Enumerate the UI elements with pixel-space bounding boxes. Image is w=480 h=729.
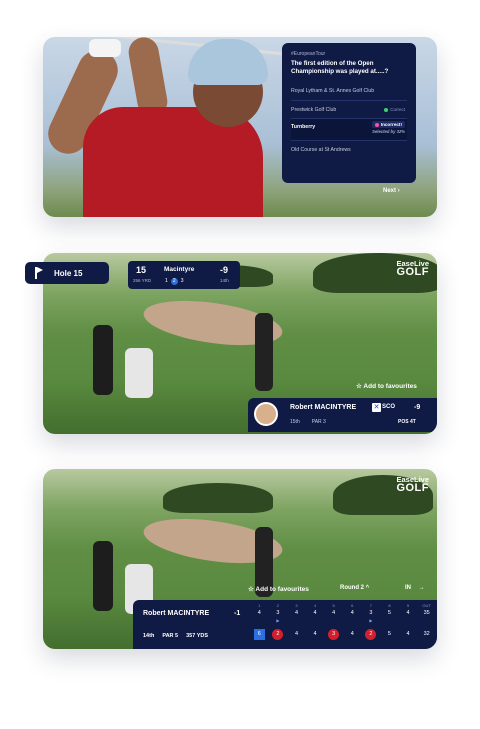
avatar: [254, 402, 278, 426]
chevron-up-icon: ^: [365, 585, 370, 591]
play-icon: [399, 618, 418, 624]
selected-by-text: Selected by 32%: [372, 129, 405, 134]
round-selector[interactable]: Round 2 ^: [340, 585, 369, 591]
current-shot: 2: [170, 278, 178, 285]
score-widget[interactable]: 15 256 YRD Macintyre 1 2 3 -9 14th: [128, 261, 240, 289]
quiz-options: Royal Lytham & St. Annes Golf Club Prest…: [291, 82, 407, 158]
caddie: [93, 325, 113, 395]
star-icon: ☆: [248, 586, 254, 593]
correct-dot-icon: [384, 107, 389, 112]
in-toggle[interactable]: IN →: [405, 585, 425, 591]
chevron-right-icon: ›: [397, 188, 400, 194]
next-button[interactable]: Next ›: [383, 188, 400, 194]
hole-column: 344: [287, 603, 306, 640]
quiz-card: #EuropeanTour The first edition of the O…: [43, 37, 437, 217]
hole-scores: 1 4 6 2 3 ▶ 2 3 4 4 4 4 4 5 4 3 6 4 4 7 3 ▶ 2 8 5 5 9 4 4 OUT 35 32: [250, 603, 436, 640]
play-icon: ▶: [276, 618, 280, 623]
quiz-question: The first edition of the Open Championsh…: [291, 60, 389, 75]
play-icon: [287, 618, 306, 624]
easelive-logo: EaseLive GOLF: [396, 259, 429, 278]
incorrect-dot-icon: [374, 122, 379, 127]
quiz-option-selected[interactable]: Turnberry Incorrect! Selected by 32%: [291, 118, 407, 140]
play-icon: [324, 618, 343, 624]
quiz-option[interactable]: Prestwick Golf Club Correct: [291, 100, 407, 118]
hole-column: 944: [399, 603, 418, 640]
glove: [89, 39, 121, 57]
hole-column: 543: [324, 603, 343, 640]
play-icon: [250, 618, 269, 624]
add-to-favourites-button[interactable]: ☆ Add to favourites: [356, 382, 417, 390]
quiz-option[interactable]: Royal Lytham & St. Annes Golf Club: [291, 82, 407, 100]
hole-column: 444: [306, 603, 325, 640]
hole-label: Hole 15: [25, 262, 109, 284]
play-icon: [380, 618, 399, 624]
play-icon: [343, 618, 362, 624]
scorecard-card: EaseLive GOLF ☆ Add to favourites Round …: [43, 469, 437, 649]
play-icon: ▶: [369, 618, 373, 623]
hole-column: 146: [250, 603, 269, 640]
hole-column: OUT 35 32: [417, 603, 436, 640]
player-panel[interactable]: Robert MACINTYRE ✕ SCO -9 15th PAR 3 POS …: [248, 398, 437, 432]
golfer: [255, 313, 273, 391]
play-icon: [417, 618, 436, 624]
caddie: [93, 541, 113, 611]
golf-bag: [125, 348, 153, 398]
easelive-logo: EaseLive GOLF: [396, 475, 429, 494]
scotland-flag-icon: ✕: [372, 403, 381, 412]
star-icon: ☆: [356, 383, 362, 390]
flag-icon: [35, 267, 46, 279]
scorecard-panel: Robert MACINTYRE -1 14th PAR 5 357 YDS 146…: [133, 600, 437, 649]
arrow-right-icon: →: [418, 585, 425, 591]
hole-column: 644: [343, 603, 362, 640]
quiz-panel: #EuropeanTour The first edition of the O…: [282, 43, 416, 183]
hole-column: 7 3 ▶ 2: [362, 603, 381, 640]
quiz-tag: #EuropeanTour: [291, 51, 326, 57]
add-to-favourites-button[interactable]: ☆ Add to favourites: [248, 585, 309, 593]
hole-column: 855: [380, 603, 399, 640]
quiz-option[interactable]: Old Course at St Andrews: [291, 140, 407, 158]
play-icon: [306, 618, 325, 624]
incorrect-badge: Incorrect!: [371, 121, 405, 128]
hole-column: 2 3 ▶ 2: [269, 603, 288, 640]
